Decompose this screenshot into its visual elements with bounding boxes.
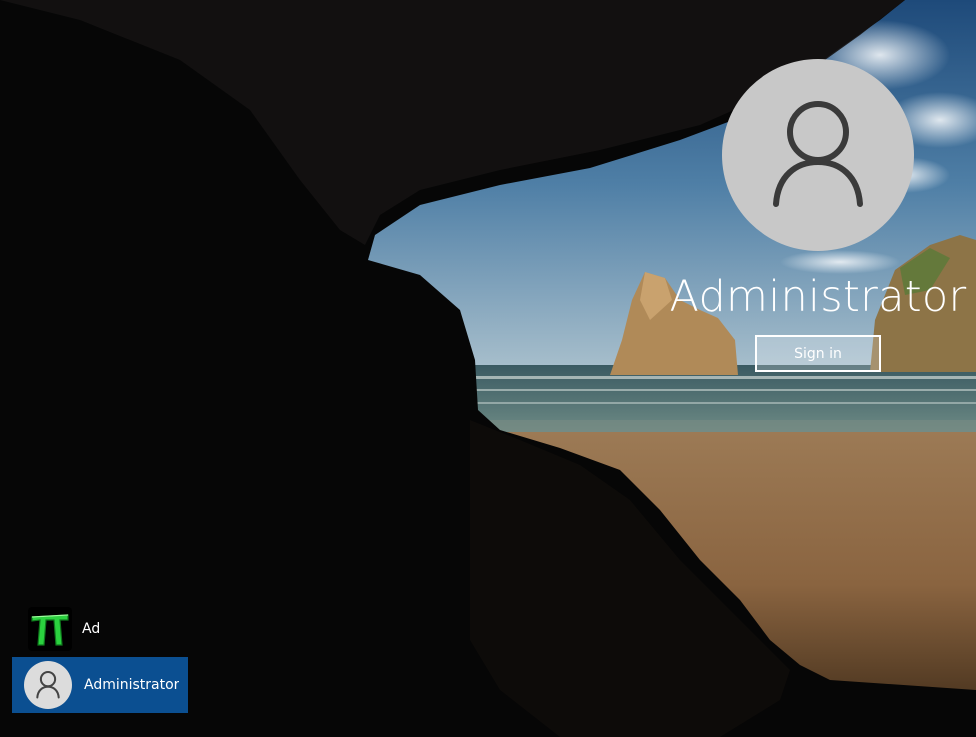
pi-user-icon bbox=[28, 606, 72, 651]
user-avatar-small bbox=[24, 661, 72, 709]
user-tile-ad[interactable]: Ad bbox=[12, 600, 188, 657]
lock-screen: Administrator Sign in Ad Administrator bbox=[0, 0, 976, 737]
user-avatar-large bbox=[722, 59, 914, 251]
user-icon bbox=[773, 101, 863, 207]
user-tile-administrator[interactable]: Administrator bbox=[12, 657, 188, 713]
user-tile-label: Ad bbox=[82, 620, 100, 637]
user-tile-label: Administrator bbox=[84, 677, 180, 693]
sign-in-button[interactable]: Sign in bbox=[755, 335, 881, 372]
username-title: Administrator bbox=[669, 272, 967, 322]
user-icon bbox=[36, 671, 60, 699]
user-switcher-list: Ad Administrator bbox=[12, 600, 188, 713]
